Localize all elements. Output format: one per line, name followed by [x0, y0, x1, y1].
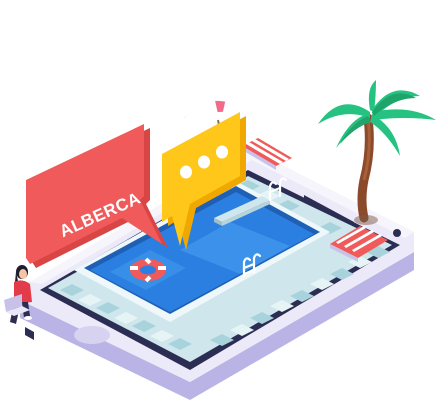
pool-chat-illustration: ALBERCA [0, 0, 440, 415]
life-ring-icon [130, 257, 166, 283]
home-button-icon [74, 326, 110, 344]
person-with-laptop-icon [4, 265, 32, 327]
